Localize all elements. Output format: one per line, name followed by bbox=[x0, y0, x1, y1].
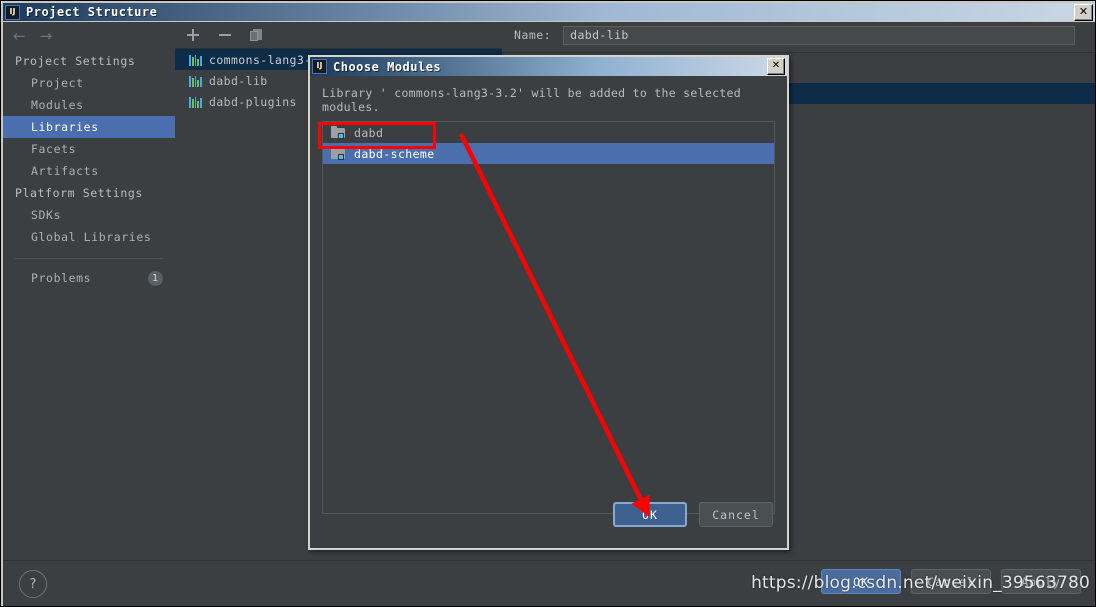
status-badge: 1 bbox=[148, 270, 163, 286]
sidebar-item-global-libraries[interactable]: Global Libraries bbox=[3, 226, 175, 248]
sidebar-nav: ← → bbox=[3, 22, 175, 50]
dialog-app-icon: IJ bbox=[312, 59, 327, 74]
ok-button[interactable]: OK bbox=[821, 569, 901, 594]
forward-arrow-icon[interactable]: → bbox=[40, 28, 53, 44]
list-item-label: dabd-lib bbox=[209, 73, 268, 88]
sidebar-item-label: Problems bbox=[31, 271, 92, 285]
bottom-bar: ? OK Cancel Apply bbox=[3, 560, 1095, 606]
module-folder-icon bbox=[331, 147, 346, 160]
dialog-ok-button[interactable]: OK bbox=[613, 502, 687, 527]
name-row: Name: bbox=[502, 22, 1095, 48]
sidebar-divider bbox=[15, 258, 163, 259]
sidebar-item-label: Facets bbox=[31, 142, 77, 156]
dialog-message: Library ' commons-lang3-3.2' will be add… bbox=[322, 86, 741, 114]
dialog-titlebar: IJ Choose Modules ✕ bbox=[310, 57, 787, 76]
library-icon bbox=[189, 75, 202, 87]
library-icon bbox=[189, 96, 202, 108]
sidebar-item-modules[interactable]: Modules bbox=[3, 94, 175, 116]
sidebar-item-label: Global Libraries bbox=[31, 230, 152, 244]
sidebar: ← → Project Settings Project Modules Lib… bbox=[3, 22, 176, 606]
add-icon[interactable] bbox=[185, 27, 201, 43]
dialog-footer: OK Cancel bbox=[310, 490, 787, 548]
sidebar-item-libraries[interactable]: Libraries bbox=[3, 116, 175, 138]
libraries-toolbar bbox=[175, 22, 502, 49]
app-icon: IJ bbox=[5, 4, 20, 20]
detail-divider bbox=[502, 52, 1095, 53]
sidebar-item-project[interactable]: Project bbox=[3, 72, 175, 94]
dialog-cancel-button[interactable]: Cancel bbox=[699, 502, 773, 527]
library-icon bbox=[189, 54, 202, 66]
list-item[interactable]: dabd bbox=[323, 122, 774, 143]
dialog-close-icon[interactable]: ✕ bbox=[767, 58, 785, 75]
list-item-label: dabd bbox=[354, 125, 384, 140]
sidebar-item-label: Project bbox=[31, 76, 84, 90]
main-window-titlebar: IJ Project Structure ✕ bbox=[3, 3, 1095, 21]
dialog-body: Library ' commons-lang3-3.2' will be add… bbox=[310, 76, 787, 548]
dialog-title: Choose Modules bbox=[333, 59, 442, 74]
close-icon[interactable]: ✕ bbox=[1074, 4, 1093, 21]
dialog-buttons: OK Cancel Apply bbox=[821, 569, 1081, 594]
name-label: Name: bbox=[514, 28, 552, 42]
list-item[interactable]: dabd-scheme bbox=[323, 143, 774, 164]
dialog-footer-buttons: OK Cancel bbox=[613, 502, 773, 527]
sidebar-item-label: Artifacts bbox=[31, 164, 99, 178]
help-button[interactable]: ? bbox=[19, 570, 47, 598]
sidebar-item-facets[interactable]: Facets bbox=[3, 138, 175, 160]
sidebar-item-sdks[interactable]: SDKs bbox=[3, 204, 175, 226]
sidebar-item-label: SDKs bbox=[31, 208, 62, 222]
sidebar-item-platform-settings: Platform Settings bbox=[3, 182, 175, 204]
choose-modules-dialog: IJ Choose Modules ✕ Library ' commons-la… bbox=[308, 55, 789, 550]
sidebar-item-label: Libraries bbox=[31, 120, 99, 134]
sidebar-item-project-settings: Project Settings bbox=[3, 50, 175, 72]
remove-icon[interactable] bbox=[217, 27, 233, 43]
sidebar-item-artifacts[interactable]: Artifacts bbox=[3, 160, 175, 182]
module-folder-icon bbox=[331, 126, 346, 139]
sidebar-item-label: Project Settings bbox=[15, 54, 136, 68]
modules-list: dabd dabd-scheme bbox=[322, 121, 775, 514]
sidebar-item-problems[interactable]: Problems 1 bbox=[3, 267, 175, 289]
copy-icon[interactable] bbox=[249, 27, 265, 43]
cancel-button[interactable]: Cancel bbox=[911, 569, 991, 594]
page-title: Project Structure bbox=[26, 5, 158, 19]
sidebar-item-label: Platform Settings bbox=[15, 186, 143, 200]
sidebar-item-label: Modules bbox=[31, 98, 84, 112]
list-item-label: dabd-scheme bbox=[354, 146, 435, 161]
back-arrow-icon[interactable]: ← bbox=[13, 28, 26, 44]
list-item-label: dabd-plugins bbox=[209, 94, 297, 109]
name-input[interactable] bbox=[563, 25, 1076, 45]
screenshot-root: IJ Project Structure ✕ ← → Project Setti… bbox=[0, 0, 1096, 607]
apply-button[interactable]: Apply bbox=[1001, 569, 1081, 594]
